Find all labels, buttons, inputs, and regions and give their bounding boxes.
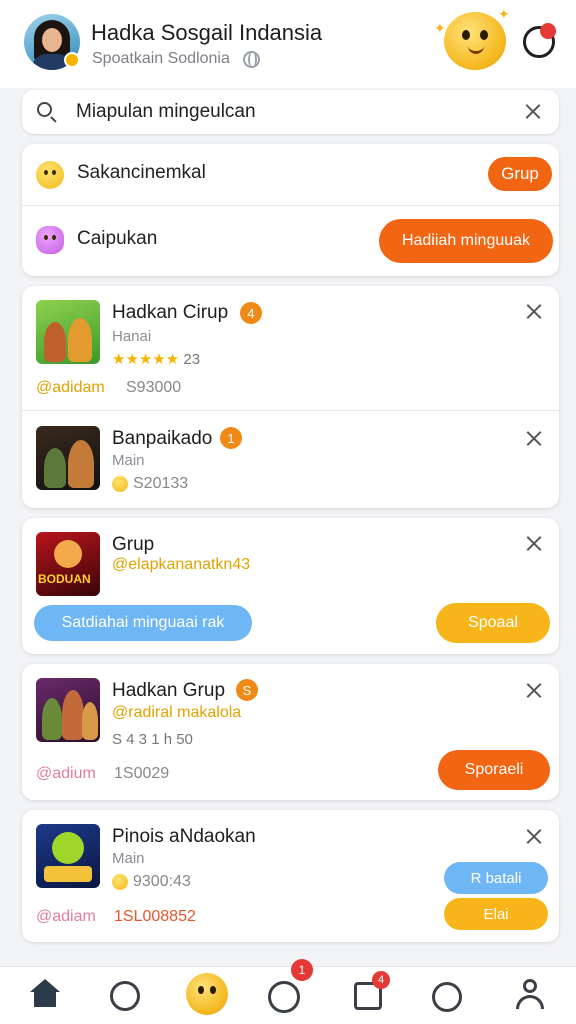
- close-icon[interactable]: [525, 302, 545, 322]
- item-thumbnail: [36, 824, 100, 888]
- home-icon[interactable]: [30, 979, 60, 1009]
- close-icon[interactable]: [525, 681, 545, 701]
- item-handle[interactable]: @elapkananatkn43: [112, 556, 250, 574]
- notification-badge: 4: [372, 971, 390, 989]
- quick-label: Caipukan: [77, 228, 158, 249]
- item-title: Hadkan Grup: [112, 680, 226, 701]
- thumbnail-text: BODUAN: [38, 572, 91, 586]
- item-list-card: Hadkan Cirup 4 Hanai ★★★★★ 23 @adidam S9…: [22, 286, 559, 508]
- quick-label: Sakancinemkal: [77, 162, 206, 183]
- face-icon[interactable]: [110, 981, 140, 1011]
- search-bar: [22, 90, 559, 134]
- mascot-emoji-icon[interactable]: ✦ ✦: [434, 6, 510, 70]
- item-thumbnail: [36, 300, 100, 364]
- mascot-nav-icon[interactable]: [186, 973, 228, 1015]
- item-badge: 1: [220, 427, 242, 449]
- item-title: Pinois aNdaokan: [112, 826, 256, 847]
- group-card[interactable]: Pinois aNdaokan Main 9300:43 @adiam 1SL0…: [22, 810, 559, 942]
- item-handle[interactable]: @radiral makalola: [112, 704, 241, 722]
- item-badge: 4: [240, 302, 262, 324]
- detail-button[interactable]: R batali: [444, 862, 548, 894]
- item-thumbnail: BODUAN: [36, 532, 100, 596]
- page-subtitle: Spoatkain Sodlonia: [92, 50, 230, 67]
- group-button[interactable]: Grup: [488, 157, 552, 191]
- item-thumbnail: [36, 678, 100, 742]
- bottom-nav: 1 4: [0, 959, 576, 1024]
- divider: [22, 410, 559, 411]
- join-button[interactable]: Satdiahai minguaai rak: [34, 605, 252, 641]
- rating-count: 23: [183, 351, 201, 368]
- item-handle[interactable]: @adium: [36, 765, 96, 783]
- item-price: S20133: [133, 475, 189, 492]
- item-handle[interactable]: @adidam: [36, 379, 105, 397]
- compass-icon[interactable]: [432, 982, 462, 1012]
- item-badge: S: [236, 679, 258, 701]
- smile-emoji-icon: [36, 161, 64, 189]
- search-input[interactable]: [76, 100, 496, 124]
- item-title: Grup: [112, 534, 155, 555]
- quick-row[interactable]: Caipukan Hadiiah minguuak: [22, 208, 559, 270]
- item-price: 9300:43: [133, 873, 191, 890]
- item-stats: S 4 3 1 h 50: [112, 731, 193, 748]
- action-button[interactable]: Elai: [444, 898, 548, 930]
- item-price: 1S0029: [114, 765, 170, 782]
- item-price: 1SL008852: [114, 908, 196, 925]
- notification-dot-icon: [540, 23, 556, 39]
- special-button[interactable]: Spoaal: [436, 603, 550, 643]
- rating-stars-icon: ★★★★★: [112, 351, 180, 368]
- verified-badge-icon: [64, 52, 80, 68]
- close-icon[interactable]: [525, 827, 545, 847]
- item-rating: ★★★★★ 23: [112, 350, 200, 368]
- coin-icon: [112, 874, 128, 890]
- notification-badge: 1: [291, 959, 313, 981]
- purple-emoji-icon: [36, 226, 64, 254]
- notification-button[interactable]: [523, 23, 556, 58]
- clear-search-icon[interactable]: [524, 102, 544, 122]
- item-subtitle: Main: [112, 850, 145, 867]
- page-title: Hadka Sosgail Indansia: [91, 20, 323, 45]
- close-icon[interactable]: [525, 429, 545, 449]
- globe-icon: [243, 51, 260, 68]
- group-card[interactable]: Hadkan Grup S @radiral makalola S 4 3 1 …: [22, 664, 559, 800]
- item-title: Banpaikado: [112, 428, 213, 449]
- item-title: Hadkan Cirup: [112, 302, 229, 323]
- item-price: S93000: [126, 379, 182, 396]
- close-icon[interactable]: [525, 534, 545, 554]
- friends-icon[interactable]: [268, 981, 300, 1013]
- item-thumbnail: [36, 426, 100, 490]
- item-subtitle: Hanai: [112, 328, 152, 345]
- quick-row[interactable]: Sakancinemkal Grup: [22, 144, 559, 206]
- app-header: Hadka Sosgail Indansia Spoatkain Sodloni…: [0, 0, 576, 88]
- item-handle[interactable]: @adiam: [36, 908, 96, 926]
- group-card[interactable]: BODUAN Grup @elapkananatkn43 Satdiahai m…: [22, 518, 559, 654]
- profile-icon[interactable]: [515, 979, 545, 1011]
- special-button[interactable]: Sporaeli: [438, 750, 550, 790]
- item-subtitle: Main: [112, 452, 145, 469]
- quick-actions-card: Sakancinemkal Grup Caipukan Hadiiah ming…: [22, 144, 559, 276]
- coin-icon: [112, 476, 128, 492]
- gift-button[interactable]: Hadiiah minguuak: [379, 219, 553, 263]
- search-icon: [37, 102, 52, 117]
